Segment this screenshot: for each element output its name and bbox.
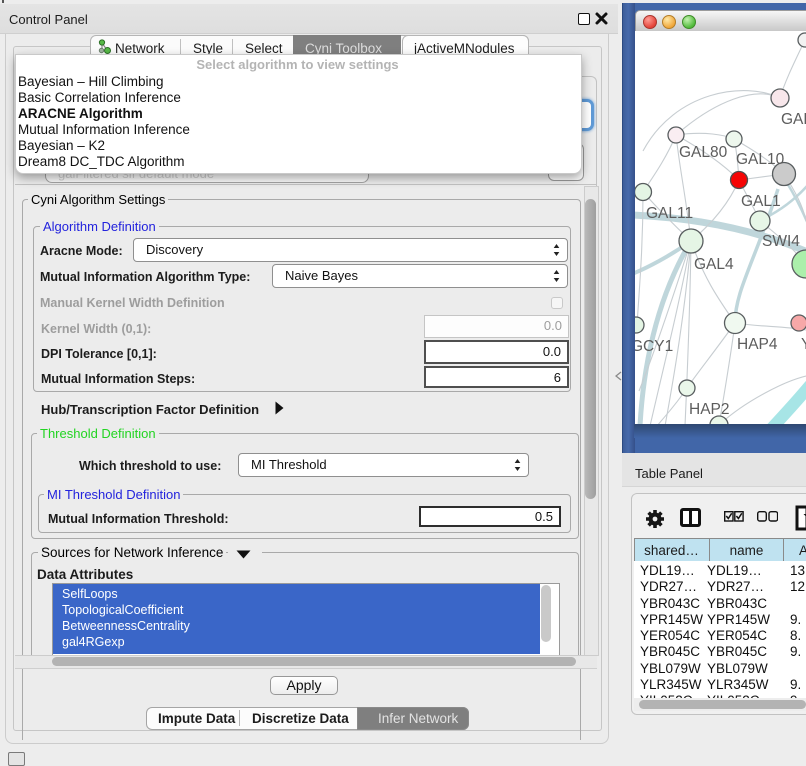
svg-text:GAL4: GAL4 xyxy=(694,256,734,273)
svg-text:HAP4: HAP4 xyxy=(737,336,778,353)
svg-text:GAL80: GAL80 xyxy=(679,144,728,161)
svg-text:GAL: GAL xyxy=(781,111,806,128)
svg-text:GAL10: GAL10 xyxy=(736,151,785,168)
svg-text:GAL1: GAL1 xyxy=(741,193,781,210)
svg-text:HAP2: HAP2 xyxy=(689,401,730,418)
svg-text:Y: Y xyxy=(801,336,806,353)
svg-text:GCY1: GCY1 xyxy=(635,338,673,355)
svg-text:GAL11: GAL11 xyxy=(646,205,693,222)
svg-text:SWI4: SWI4 xyxy=(762,233,800,250)
